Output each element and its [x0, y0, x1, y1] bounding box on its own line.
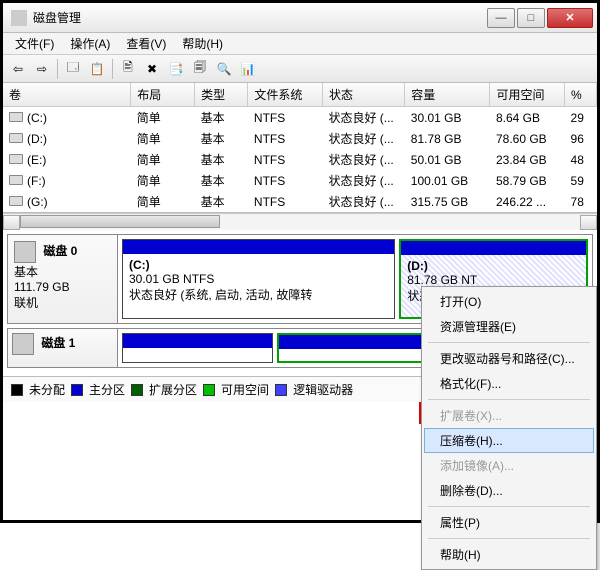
col-type[interactable]: 类型	[195, 83, 248, 107]
partition-d-name: (D:)	[407, 259, 428, 273]
partition-bar[interactable]	[277, 333, 430, 363]
legend-free: 可用空间	[221, 381, 269, 398]
app-icon	[11, 10, 27, 26]
disk-0-info[interactable]: 磁盘 0 基本 111.79 GB 联机	[8, 235, 118, 323]
partition-c-status: 状态良好 (系统, 启动, 活动, 故障转	[129, 288, 312, 302]
ctx-format[interactable]: 格式化(F)...	[424, 371, 594, 396]
list-icon[interactable]: 📊	[237, 58, 259, 80]
col-pct[interactable]: %	[565, 83, 597, 107]
ctx-shrink[interactable]: 压缩卷(H)...	[424, 428, 594, 453]
action-icon[interactable]: 📑	[165, 58, 187, 80]
ctx-mirror[interactable]: 添加镜像(A)...	[424, 453, 594, 478]
volume-list: 卷 布局 类型 文件系统 状态 容量 可用空间 % (C:)简单基本NTFS状态…	[3, 83, 597, 213]
ctx-extend[interactable]: 扩展卷(X)...	[424, 403, 594, 428]
menu-file[interactable]: 文件(F)	[7, 33, 62, 54]
horizontal-scrollbar[interactable]	[3, 213, 597, 230]
toolbar: ⇦ ⇨ 🗔 📋 🖹 ✖ 📑 🗐 🔍 📊	[3, 55, 597, 83]
minimize-button[interactable]: —	[487, 8, 515, 28]
disk-icon	[14, 241, 36, 263]
legend-ext: 扩展分区	[149, 381, 197, 398]
ctx-change-letter[interactable]: 更改驱动器号和路径(C)...	[424, 346, 594, 371]
disk-icon	[12, 333, 34, 355]
disk-1-label: 磁盘 1	[41, 336, 75, 350]
nav-back-button[interactable]: ⇦	[7, 58, 29, 80]
partition-d-size: 81.78 GB NT	[407, 273, 477, 287]
col-volume[interactable]: 卷	[3, 83, 131, 107]
toolbar-icon[interactable]: 🗔	[62, 58, 84, 80]
nav-forward-button[interactable]: ⇨	[31, 58, 53, 80]
menu-action[interactable]: 操作(A)	[62, 33, 118, 54]
ctx-help[interactable]: 帮助(H)	[424, 542, 594, 567]
table-row[interactable]: (D:)简单基本NTFS状态良好 (...81.78 GB78.60 GB96	[3, 128, 597, 149]
ctx-delete[interactable]: 删除卷(D)...	[424, 478, 594, 503]
maximize-button[interactable]: □	[517, 8, 545, 28]
col-free[interactable]: 可用空间	[490, 83, 565, 107]
disk-0-size: 111.79 GB	[14, 280, 70, 294]
col-capacity[interactable]: 容量	[405, 83, 490, 107]
table-row[interactable]: (G:)简单基本NTFS状态良好 (...315.75 GB246.22 ...…	[3, 191, 597, 212]
col-status[interactable]: 状态	[322, 83, 404, 107]
legend-primary: 主分区	[89, 381, 125, 398]
col-fs[interactable]: 文件系统	[248, 83, 323, 107]
refresh-icon[interactable]: 🖹	[117, 58, 139, 80]
toolbar-icon[interactable]: 📋	[86, 58, 108, 80]
partition-c-name: (C:)	[129, 258, 150, 272]
legend-unalloc: 未分配	[29, 381, 65, 398]
title-bar: 磁盘管理 — □ ✕	[3, 3, 597, 33]
menu-view[interactable]: 查看(V)	[118, 33, 174, 54]
table-row[interactable]: (F:)简单基本NTFS状态良好 (...100.01 GB58.79 GB59	[3, 170, 597, 191]
disk-0-online: 联机	[14, 296, 38, 310]
table-row[interactable]: (C:)简单基本NTFS状态良好 (...30.01 GB8.64 GB29	[3, 107, 597, 129]
ctx-open[interactable]: 打开(O)	[424, 289, 594, 314]
window-title: 磁盘管理	[33, 9, 485, 26]
partition-c[interactable]: (C:) 30.01 GB NTFS 状态良好 (系统, 启动, 活动, 故障转	[122, 239, 395, 319]
action-icon[interactable]: 🗐	[189, 58, 211, 80]
delete-icon[interactable]: ✖	[141, 58, 163, 80]
legend-logical: 逻辑驱动器	[293, 381, 353, 398]
menu-help[interactable]: 帮助(H)	[174, 33, 231, 54]
disk-0-basic: 基本	[14, 265, 38, 279]
partition-bar[interactable]	[122, 333, 273, 363]
col-layout[interactable]: 布局	[131, 83, 195, 107]
disk-1-info[interactable]: 磁盘 1	[8, 329, 118, 367]
ctx-explorer[interactable]: 资源管理器(E)	[424, 314, 594, 339]
search-icon[interactable]: 🔍	[213, 58, 235, 80]
disk-0-label: 磁盘 0	[43, 244, 77, 258]
context-menu: 打开(O) 资源管理器(E) 更改驱动器号和路径(C)... 格式化(F)...…	[421, 286, 597, 570]
table-row[interactable]: (E:)简单基本NTFS状态良好 (...50.01 GB23.84 GB48	[3, 149, 597, 170]
menu-bar: 文件(F) 操作(A) 查看(V) 帮助(H)	[3, 33, 597, 55]
partition-c-size: 30.01 GB NTFS	[129, 272, 214, 286]
close-button[interactable]: ✕	[547, 8, 593, 28]
